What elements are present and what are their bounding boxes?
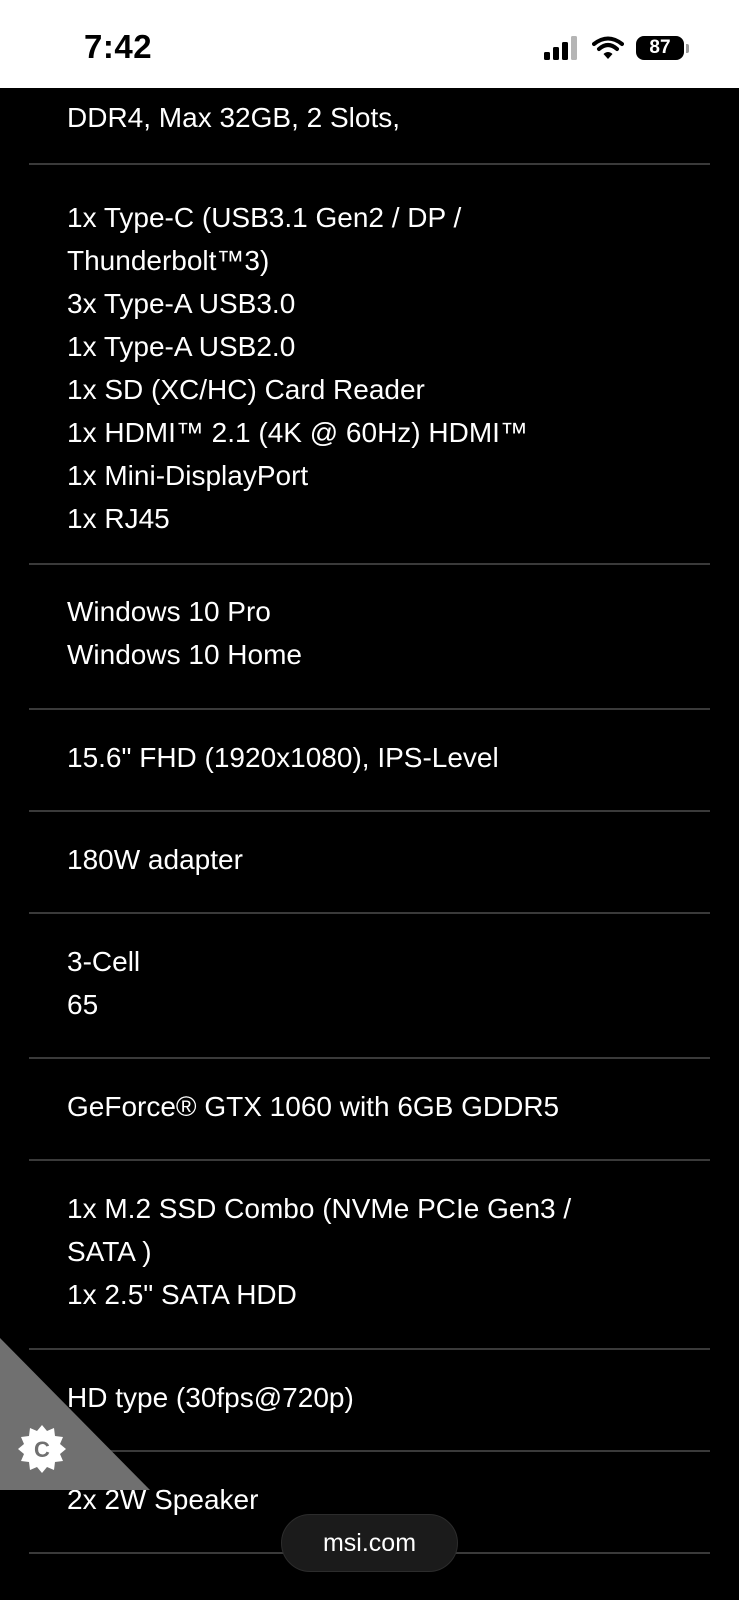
spec-line: 15.6" FHD (1920x1080), IPS-Level (67, 742, 499, 773)
spec-line: DDR4, Max 32GB, 2 Slots, (67, 102, 401, 133)
spec-line: 1x M.2 SSD Combo (NVMe PCIe Gen3 / (67, 1193, 572, 1224)
spec-line: 1x SD (XC/HC) Card Reader (67, 374, 425, 405)
signal-icon (544, 36, 577, 60)
battery-level: 87 (636, 36, 684, 60)
status-time: 7:42 (84, 28, 153, 65)
status-icons: 87 (544, 33, 689, 63)
spec-row-graphics: GeForce® GTX 1060 with 6GB GDDR5 (29, 1059, 710, 1161)
spec-row-memory: DDR4, Max 32GB, 2 Slots, (29, 88, 710, 165)
spec-line: 3x Type-A USB3.0 (67, 288, 296, 319)
spec-row-os: Windows 10 Pro Windows 10 Home (29, 565, 710, 710)
spec-line: Windows 10 Home (67, 639, 302, 670)
spec-line: SATA ) (67, 1236, 152, 1267)
spec-line: Windows 10 Pro (67, 596, 271, 627)
spec-line: GeForce® GTX 1060 with 6GB GDDR5 (67, 1091, 560, 1122)
spec-line: 1x Type-C (USB3.1 Gen2 / DP / (67, 202, 462, 233)
spec-line: HD type (30fps@720p) (67, 1382, 354, 1413)
spec-row-ports: 1x Type-C (USB3.1 Gen2 / DP / Thunderbol… (29, 165, 710, 565)
spec-line: 65 (67, 989, 99, 1020)
spec-row-storage: 1x M.2 SSD Combo (NVMe PCIe Gen3 / SATA … (29, 1161, 710, 1350)
spec-row-display: 15.6" FHD (1920x1080), IPS-Level (29, 710, 710, 812)
spec-line: 1x Type-A USB2.0 (67, 331, 296, 362)
cookie-settings-icon[interactable]: C (16, 1423, 68, 1475)
spec-line: 3-Cell (67, 946, 141, 977)
cookie-settings-letter: C (34, 1437, 50, 1462)
spec-line: 1x RJ45 (67, 503, 170, 534)
browser-url-bar[interactable]: msi.com (281, 1514, 458, 1572)
spec-line: 1x Mini-DisplayPort (67, 460, 309, 491)
spec-line: 1x 2.5" SATA HDD (67, 1279, 297, 1310)
spec-line: 180W adapter (67, 844, 243, 875)
spec-line: Thunderbolt™3) (67, 245, 270, 276)
spec-row-battery: 3-Cell 65 (29, 914, 710, 1059)
status-bar: 7:42 87 (0, 0, 739, 88)
battery-icon: 87 (636, 36, 689, 60)
spec-row-adapter: 180W adapter (29, 812, 710, 914)
wifi-icon (592, 36, 624, 59)
spec-line: 1x HDMI™ 2.1 (4K @ 60Hz) HDMI™ (67, 417, 528, 448)
